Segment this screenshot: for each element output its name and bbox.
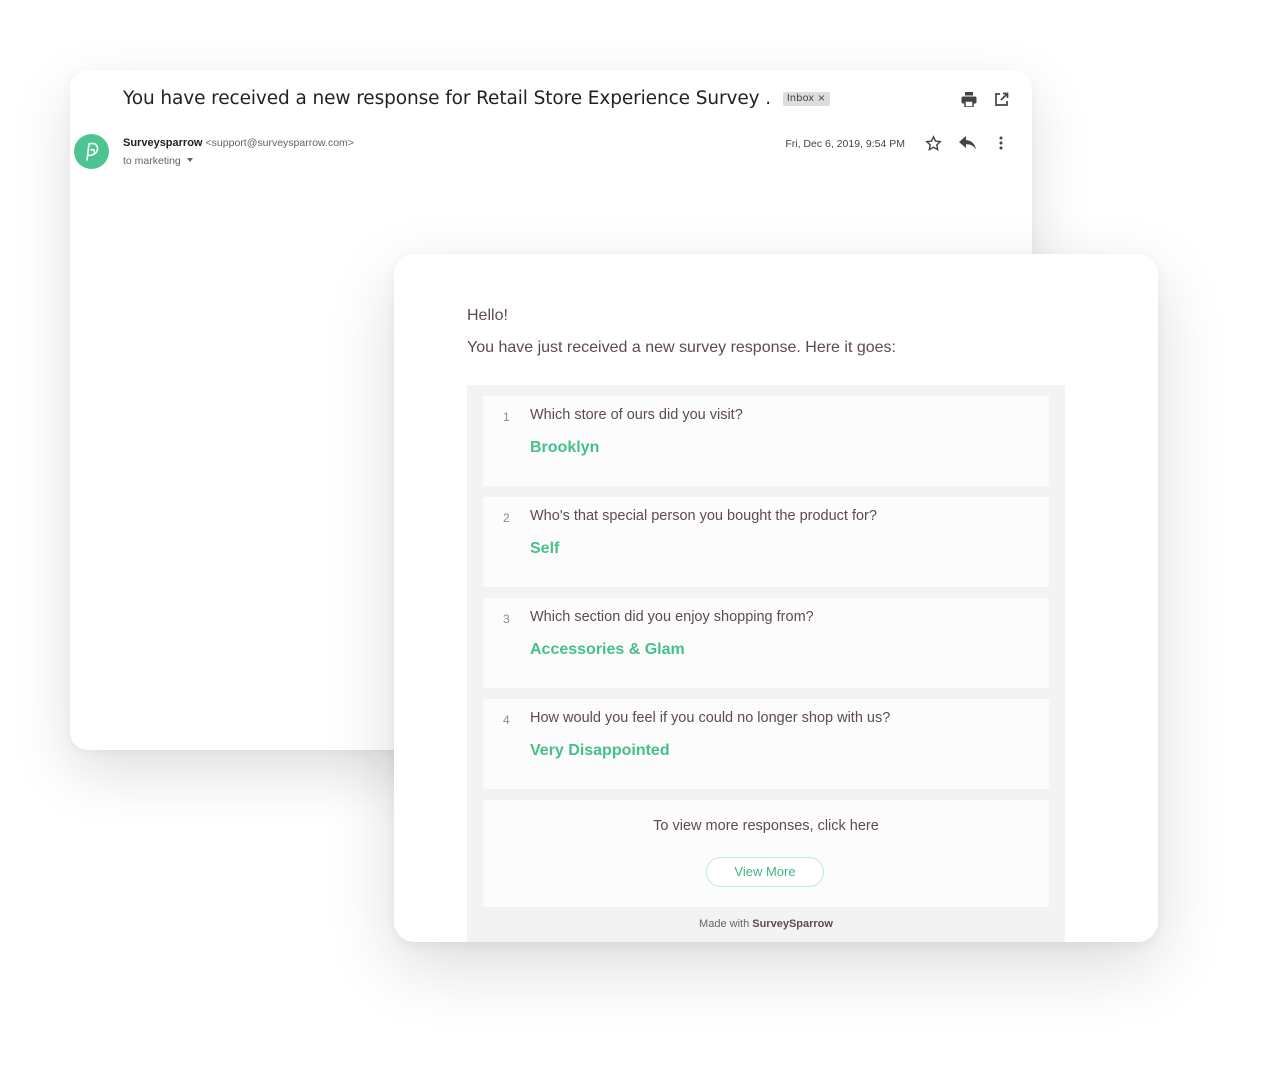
response-item: 3 Which section did you enjoy shopping f… [483, 598, 1049, 688]
view-more-prompt[interactable]: To view more responses, click here [483, 818, 1049, 834]
email-date: Fri, Dec 6, 2019, 9:54 PM [785, 138, 905, 150]
response-item: 4 How would you feel if you could no lon… [483, 699, 1049, 789]
sender-avatar[interactable] [74, 134, 109, 169]
question-number: 2 [503, 511, 510, 525]
inbox-label-text: Inbox [786, 93, 815, 104]
reply-icon[interactable] [958, 134, 976, 152]
question-number: 4 [503, 713, 510, 727]
made-with-footer: Made with SurveySparrow [467, 918, 1065, 930]
question-text: Which store of ours did you visit? [530, 407, 743, 423]
footer-prefix: Made with [699, 918, 750, 930]
intro-text: You have just received a new survey resp… [467, 339, 896, 356]
view-more-button[interactable]: View More [706, 857, 824, 887]
sender-email: <support@surveysparrow.com> [205, 137, 354, 149]
star-icon[interactable] [924, 134, 942, 152]
more-vert-icon[interactable] [992, 134, 1010, 152]
message-actions [924, 134, 1010, 152]
answer-text: Accessories & Glam [530, 641, 685, 658]
question-number: 1 [503, 410, 510, 424]
print-icon[interactable] [960, 90, 978, 108]
question-text: Which section did you enjoy shopping fro… [530, 609, 814, 625]
view-more-section: To view more responses, click here View … [483, 800, 1049, 907]
inbox-label-chip[interactable]: Inbox × [782, 92, 830, 106]
email-subject: You have received a new response for Ret… [123, 88, 830, 109]
greeting: Hello! [467, 307, 508, 324]
question-text: Who's that special person you bought the… [530, 508, 877, 524]
subject-text: You have received a new response for Ret… [123, 88, 772, 109]
recipient-text: to marketing [123, 155, 181, 167]
footer-brand-link[interactable]: SurveySparrow [752, 918, 833, 930]
answer-text: Brooklyn [530, 439, 600, 456]
question-text: How would you feel if you could no longe… [530, 710, 891, 726]
email-top-actions [960, 90, 1010, 108]
answer-text: Self [530, 540, 560, 557]
chevron-down-icon[interactable] [186, 158, 193, 162]
survey-response-card: Hello! You have just received a new surv… [394, 254, 1158, 942]
responses-panel: 1 Which store of ours did you visit? Bro… [467, 385, 1065, 942]
remove-label-icon[interactable]: × [817, 93, 825, 104]
recipient-line[interactable]: to marketing [123, 155, 193, 167]
question-number: 3 [503, 612, 510, 626]
sender-name[interactable]: Surveysparrow [123, 137, 202, 149]
sender-line: Surveysparrow <support@surveysparrow.com… [123, 137, 354, 149]
response-item: 2 Who's that special person you bought t… [483, 497, 1049, 587]
answer-text: Very Disappointed [530, 742, 670, 759]
response-item: 1 Which store of ours did you visit? Bro… [483, 396, 1049, 486]
open-in-new-icon[interactable] [992, 90, 1010, 108]
